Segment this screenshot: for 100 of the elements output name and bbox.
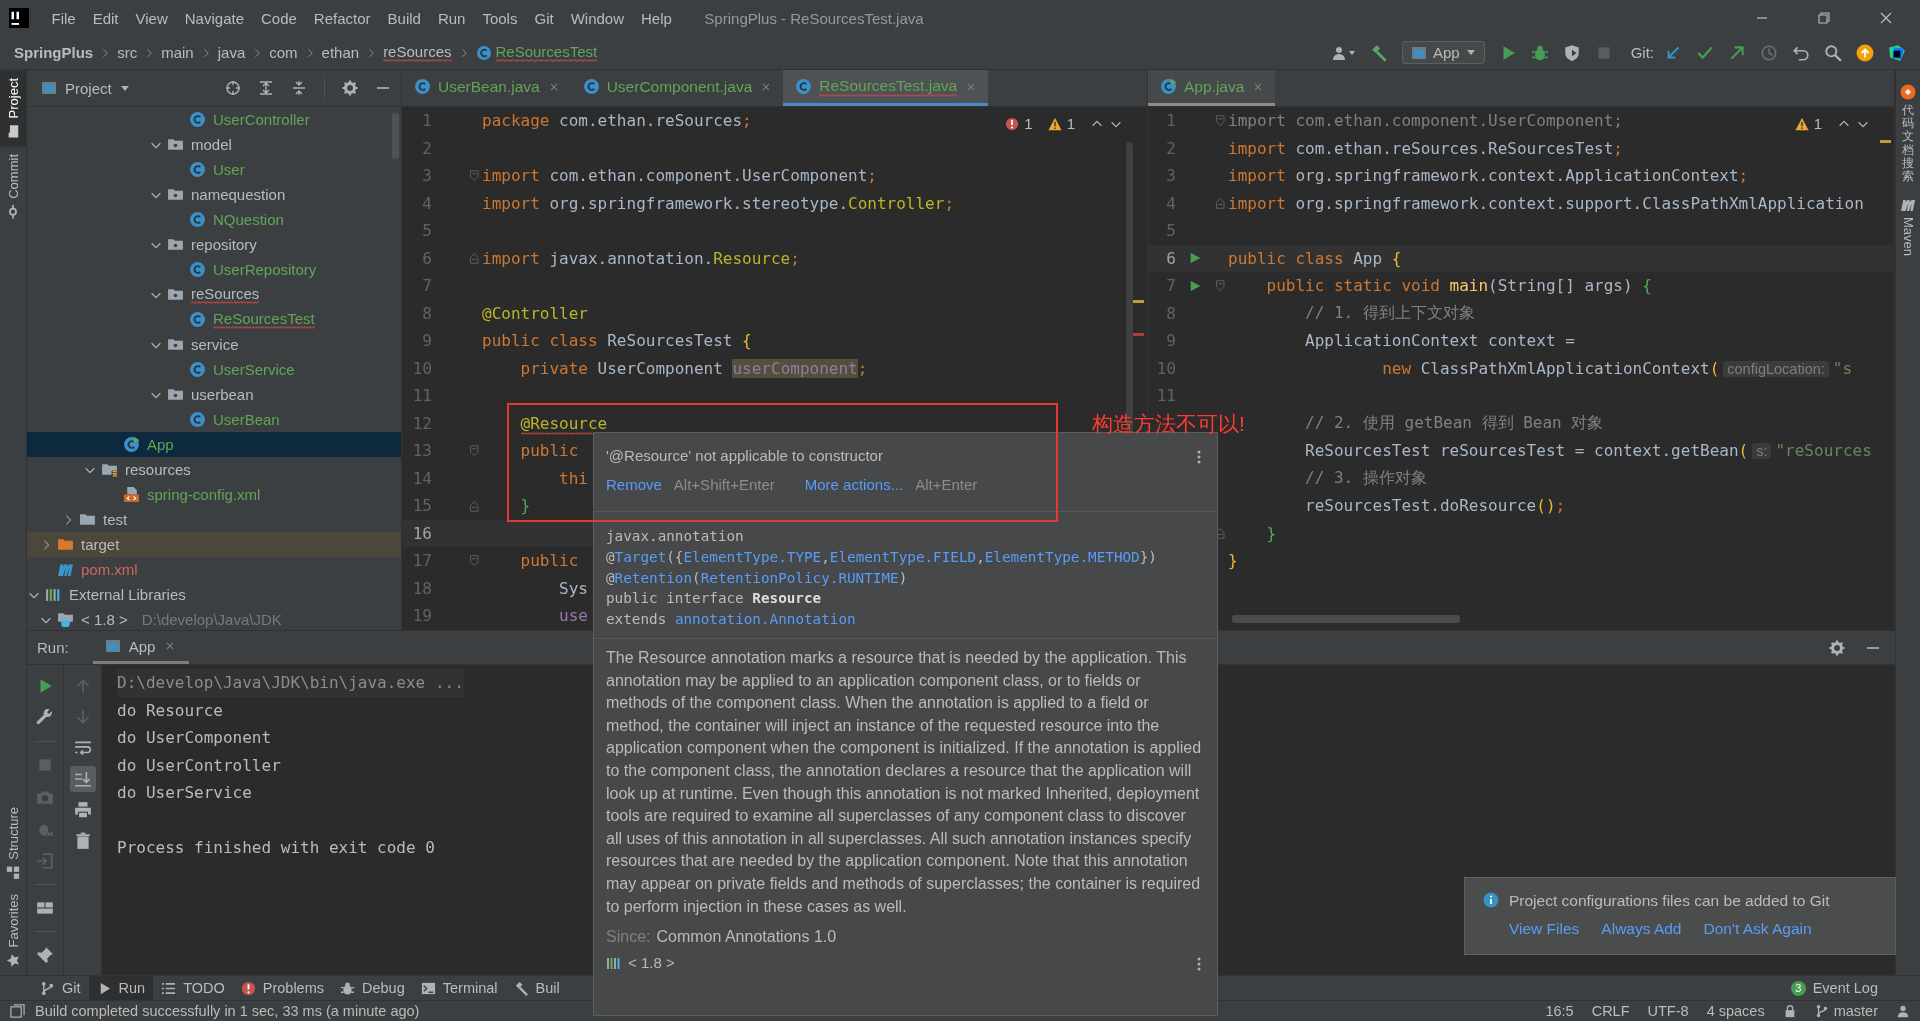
menu-item[interactable]: Navigate [176, 9, 253, 27]
fold-icon[interactable] [469, 498, 481, 513]
doc-link[interactable]: ElementType.TYPE [683, 548, 822, 565]
doc-link[interactable]: ElementType.FIELD [829, 548, 977, 565]
tree-item[interactable]: namequestion [27, 182, 401, 207]
collapse-all-icon[interactable] [291, 80, 307, 96]
menu-item[interactable]: Git [525, 9, 563, 27]
tree-item[interactable]: model [27, 132, 401, 157]
run-icon[interactable] [1188, 251, 1202, 266]
fold-icon[interactable] [469, 443, 481, 458]
tool-window-button[interactable]: Project [0, 70, 26, 147]
tree-item[interactable]: reSources [27, 282, 401, 307]
tree-item[interactable]: UserService [27, 357, 401, 382]
tool-window-button[interactable]: Favorites [0, 887, 26, 975]
fold-icon[interactable] [1215, 278, 1227, 293]
fold-icon[interactable] [1215, 113, 1227, 128]
scroll-to-end-toggle[interactable] [69, 766, 96, 792]
breadcrumb[interactable]: java [217, 44, 246, 61]
quick-fix-link[interactable]: Remove [606, 476, 662, 493]
breadcrumb[interactable]: SpringPlus [14, 44, 94, 61]
person-icon[interactable] [1896, 1004, 1910, 1018]
editor-tab[interactable]: UserComponent.java [570, 70, 784, 106]
tool-window-button[interactable]: Problems [232, 976, 332, 1000]
notification-link[interactable]: View Files [1509, 920, 1580, 938]
warning-icon[interactable] [1794, 116, 1809, 131]
breadcrumb[interactable]: com [269, 44, 298, 61]
fold-icon[interactable] [469, 251, 481, 266]
tree-item[interactable]: userbean [27, 382, 401, 407]
search-icon[interactable] [1824, 43, 1842, 62]
wrench-icon[interactable] [36, 709, 54, 727]
menu-item[interactable]: File [43, 9, 85, 27]
menu-item[interactable]: Code [252, 9, 306, 27]
doc-link[interactable]: RetentionPolicy.RUNTIME [700, 569, 899, 586]
account-button[interactable] [1331, 44, 1356, 61]
menu-item[interactable]: Run [429, 9, 474, 27]
menu-item[interactable]: Build [379, 9, 430, 27]
breadcrumb[interactable]: main [161, 44, 194, 61]
tree-item[interactable]: repository [27, 232, 401, 257]
shield-icon[interactable] [1562, 43, 1581, 62]
restore-icon[interactable] [1816, 10, 1832, 26]
panel-icon[interactable] [10, 1003, 25, 1019]
tool-window-button[interactable]: Buil [505, 976, 568, 1000]
menu-item[interactable]: Help [632, 9, 681, 27]
fold-icon[interactable] [1215, 196, 1227, 211]
menu-item[interactable]: Refactor [305, 9, 380, 27]
status-item[interactable]: 4 spaces [1706, 1003, 1765, 1019]
tool-window-button[interactable]: Commit [0, 146, 26, 228]
branch-widget[interactable]: master [1814, 1003, 1878, 1019]
warning-icon[interactable] [1047, 116, 1062, 131]
editor-tab[interactable]: UserBean.java [402, 70, 571, 106]
close-icon[interactable] [1878, 10, 1894, 26]
fold-icon[interactable] [469, 553, 481, 568]
doc-link[interactable]: annotation.Annotation [674, 611, 856, 628]
pin-icon[interactable] [36, 946, 54, 964]
toolbox-logo-icon[interactable] [1888, 43, 1906, 62]
run-configuration-dropdown[interactable]: App [1401, 41, 1485, 64]
status-item[interactable]: UTF-8 [1647, 1003, 1689, 1019]
tree-item[interactable]: UserController [27, 107, 401, 132]
notification-link[interactable]: Don't Ask Again [1703, 920, 1812, 938]
breadcrumb[interactable]: src [117, 44, 138, 61]
tree-item[interactable]: test [27, 507, 401, 532]
notification-link[interactable]: Always Add [1601, 920, 1682, 938]
tool-window-button[interactable]: TODO [153, 976, 233, 1000]
settings-icon[interactable] [1829, 639, 1845, 656]
tree-item[interactable]: service [27, 332, 401, 357]
tree-item[interactable]: NQuestion [27, 207, 401, 232]
doc-link[interactable]: Target [614, 548, 667, 565]
scrollbar-thumb[interactable] [1232, 615, 1460, 623]
tool-window-button[interactable]: 代码文档搜索 [1900, 84, 1916, 184]
tree-item[interactable]: spring-config.xml [27, 482, 401, 507]
tool-window-button[interactable]: Structure [0, 800, 26, 888]
layout-icon[interactable] [36, 899, 54, 917]
breadcrumb[interactable]: ethan [321, 44, 360, 61]
bug-icon[interactable] [1530, 43, 1549, 62]
error-icon[interactable] [1005, 116, 1020, 131]
quick-fix-link[interactable]: More actions... [804, 476, 904, 493]
fold-icon[interactable] [469, 168, 481, 183]
tree-item[interactable]: UserRepository [27, 257, 401, 282]
menu-item[interactable]: Edit [84, 9, 128, 27]
soft-wrap-icon[interactable] [73, 739, 92, 757]
trash-icon[interactable] [73, 832, 92, 850]
tree-item[interactable]: External Libraries [27, 582, 401, 607]
menu-item[interactable]: Tools [473, 9, 526, 27]
run-tab[interactable]: App [92, 631, 190, 664]
tree-item[interactable]: User [27, 157, 401, 182]
status-item[interactable]: CRLF [1591, 1003, 1630, 1019]
push-arrow-icon[interactable] [1728, 43, 1746, 62]
expand-all-icon[interactable] [258, 80, 274, 96]
menu-item[interactable]: Window [562, 9, 633, 27]
tree-item[interactable]: resources [27, 457, 401, 482]
update-icon[interactable] [1856, 43, 1874, 62]
tool-window-button[interactable]: Run [88, 976, 154, 1000]
doc-link[interactable]: ElementType.METHOD [984, 548, 1140, 565]
fold-icon[interactable] [1215, 526, 1227, 541]
hammer-icon[interactable] [1369, 43, 1388, 62]
clock-icon[interactable] [1760, 43, 1778, 62]
tree-item[interactable]: App [27, 432, 401, 457]
run-icon[interactable] [1188, 278, 1202, 293]
menu-item[interactable]: View [127, 9, 177, 27]
tree-item[interactable]: ReSourcesTest [27, 307, 401, 332]
